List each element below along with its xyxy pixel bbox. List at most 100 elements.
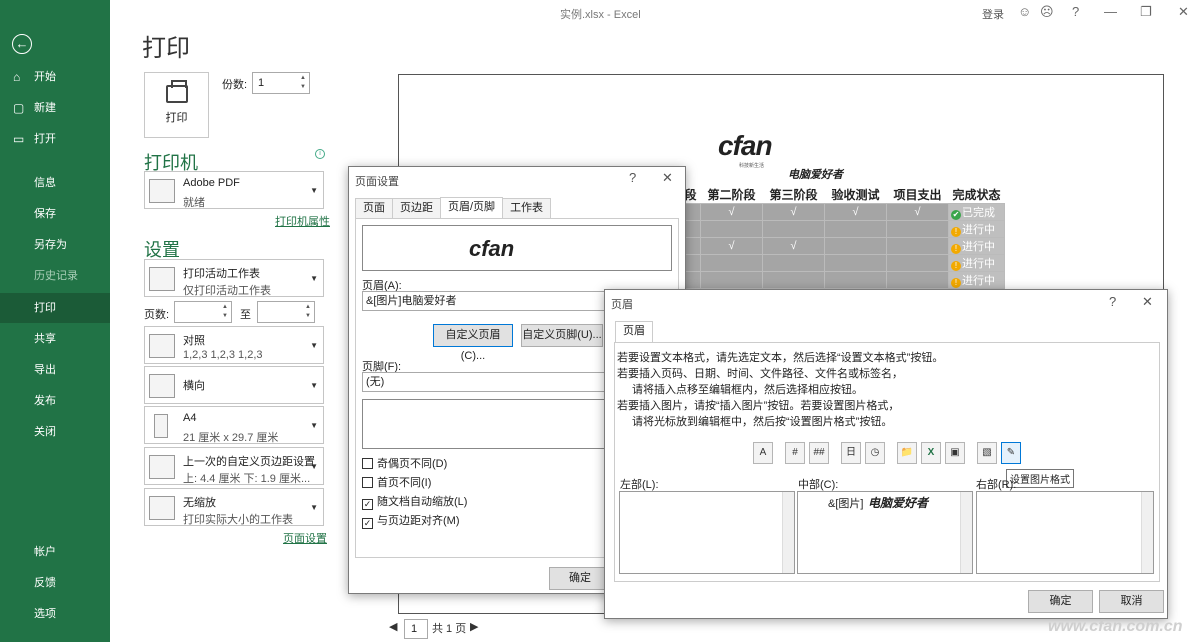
page-number-icon[interactable]: #	[785, 442, 805, 464]
paper-size-select[interactable]: A4 21 厘米 x 29.7 厘米 ▼	[144, 406, 324, 444]
file-name-icon[interactable]: X	[921, 442, 941, 464]
tab-sheet[interactable]: 工作表	[502, 198, 552, 218]
left-section-input[interactable]	[619, 491, 795, 574]
format-text-icon[interactable]: A	[753, 442, 773, 464]
nav-item-feedback[interactable]: 反馈	[0, 568, 110, 598]
table-cell: √	[762, 237, 826, 255]
tab-margins[interactable]: 页边距	[392, 198, 441, 218]
prev-page-icon[interactable]: ◀	[389, 620, 397, 633]
nav-item-info[interactable]: 信息	[0, 168, 110, 198]
margins-star-icon	[149, 455, 175, 479]
instruction-line: 若要插入图片，请按“插入图片”按钮。若要设置图片格式，	[617, 400, 900, 412]
margins-select[interactable]: 上一次的自定义页边距设置 上: 4.4 厘米 下: 1.9 厘米... ▼	[144, 447, 324, 485]
info-icon[interactable]: i	[315, 149, 325, 159]
nav-item-print[interactable]: 打印	[0, 293, 110, 323]
close-icon[interactable]: ✕	[1178, 4, 1189, 20]
right-section-label: 右部(R):	[976, 479, 1017, 491]
status-text: 进行中	[962, 224, 996, 236]
cancel-button[interactable]: 取消	[1099, 590, 1164, 613]
file-path-icon[interactable]: 📁	[897, 442, 917, 464]
stepper-arrows-icon[interactable]: ▲ ▼	[300, 74, 306, 92]
copies-stepper[interactable]: 1 ▲ ▼	[252, 72, 310, 94]
date-icon[interactable]: 日	[841, 442, 861, 464]
nav-item-options[interactable]: 选项	[0, 599, 110, 629]
align-margins-checkbox[interactable]: ✓ 与页边距对齐(M)	[362, 512, 460, 529]
printer-properties-link[interactable]: 打印机属性	[275, 213, 330, 229]
table-cell	[762, 254, 826, 272]
custom-footer-button[interactable]: 自定义页脚(U)...	[521, 324, 603, 347]
restore-icon[interactable]: ❐	[1140, 4, 1152, 20]
landscape-icon	[149, 374, 175, 398]
page-count-icon[interactable]: ##	[809, 442, 829, 464]
center-section-input[interactable]: &[图片] 电脑爱好者	[797, 491, 973, 574]
custom-header-button[interactable]: 自定义页眉(C)...	[433, 324, 513, 362]
time-icon[interactable]: ◷	[865, 442, 885, 464]
tab-header[interactable]: 页眉	[615, 321, 653, 343]
printer-ready-icon	[149, 179, 175, 203]
nav-item-publish[interactable]: 发布	[0, 386, 110, 416]
back-arrow-icon[interactable]: ←	[12, 34, 32, 54]
paper-icon	[154, 414, 168, 438]
nav-item-close[interactable]: 关闭	[0, 417, 110, 447]
first-page-checkbox[interactable]: 首页不同(I)	[362, 474, 431, 490]
print-scope-select[interactable]: 打印活动工作表 仅打印活动工作表 ▼	[144, 259, 324, 297]
format-picture-icon[interactable]: ✎	[1001, 442, 1021, 464]
pages-from-input[interactable]: ▲ ▼	[174, 301, 232, 323]
page-setup-tabs: 页面 页边距 页眉/页脚 工作表	[355, 197, 552, 220]
ok-button[interactable]: 确定	[549, 567, 611, 590]
header-preview-box: cfan	[362, 225, 672, 271]
odd-even-checkbox[interactable]: 奇偶页不同(D)	[362, 455, 447, 471]
scale-with-doc-checkbox[interactable]: ✓ 随文档自动缩放(L)	[362, 493, 467, 510]
close-icon[interactable]: ✕	[662, 170, 673, 186]
table-cell: √	[886, 203, 950, 221]
print-button[interactable]: 打印	[144, 72, 209, 138]
nav-item-save[interactable]: 保存	[0, 199, 110, 229]
sheet-name-icon[interactable]: ▣	[945, 442, 965, 464]
ok-button[interactable]: 确定	[1028, 590, 1093, 613]
nav-item-new[interactable]: ▢ 新建	[0, 93, 110, 123]
copies-label: 份数:	[222, 79, 248, 91]
orientation-select[interactable]: 横向 ▼	[144, 366, 324, 404]
current-page-input[interactable]: 1	[404, 619, 428, 639]
next-page-icon[interactable]: ▶	[470, 620, 478, 633]
table-row: ! 进行中	[679, 254, 1006, 272]
table-header-cell: 第三阶段	[769, 188, 818, 202]
status-cell: ! 进行中	[948, 254, 1006, 272]
login-link[interactable]: 登录	[982, 6, 1004, 22]
collate-select[interactable]: 对照 1,2,3 1,2,3 1,2,3 ▼	[144, 326, 324, 364]
pages-to-input[interactable]: ▲ ▼	[257, 301, 315, 323]
center-section-label: 中部(C):	[798, 479, 839, 491]
dropdown-caret-icon: ▼	[310, 503, 318, 512]
help-icon[interactable]: ?	[1109, 294, 1116, 309]
help-icon[interactable]: ?	[629, 170, 636, 185]
status-text: 已完成	[962, 207, 996, 219]
close-icon[interactable]: ✕	[1142, 294, 1153, 310]
smile-icon[interactable]: ☺	[1018, 4, 1031, 19]
frown-icon[interactable]: ☹	[1040, 4, 1054, 20]
scrollbar[interactable]	[960, 492, 972, 573]
right-section-input[interactable]	[976, 491, 1154, 574]
scaling-select[interactable]: 无缩放 打印实际大小的工作表 ▼	[144, 488, 324, 526]
nav-item-history[interactable]: 历史记录	[0, 261, 110, 291]
instruction-line: 请将插入点移至编辑框内，然后选择相应按钮。	[632, 384, 863, 396]
status-icon: !	[951, 261, 962, 271]
scrollbar[interactable]	[782, 492, 794, 573]
preview-table: 段第二阶段 第三阶段 验收测试 项目支出 完成状态 √ √ √ √ ✔ 已完成! 进行中 √ √! 进行中…	[679, 186, 1006, 306]
nav-item-open[interactable]: ▭ 打开	[0, 124, 110, 154]
status-text: 进行中	[962, 275, 996, 287]
page-setup-link[interactable]: 页面设置	[283, 530, 327, 546]
tab-header-footer[interactable]: 页眉/页脚	[440, 197, 504, 219]
table-cell	[824, 271, 888, 289]
minimize-icon[interactable]: —	[1104, 4, 1117, 19]
nav-item-save-as[interactable]: 另存为	[0, 230, 110, 260]
insert-picture-icon[interactable]: ▧	[977, 442, 997, 464]
nav-item-account[interactable]: 帐户	[0, 537, 110, 567]
nav-item-export[interactable]: 导出	[0, 355, 110, 385]
status-icon: !	[951, 227, 962, 237]
nav-item-share[interactable]: 共享	[0, 324, 110, 354]
scrollbar[interactable]	[1141, 492, 1153, 573]
help-icon[interactable]: ?	[1072, 4, 1079, 19]
nav-item-home[interactable]: ⌂ 开始	[0, 62, 110, 92]
tab-page[interactable]: 页面	[355, 198, 393, 218]
printer-select[interactable]: Adobe PDF 就绪 ▼	[144, 171, 324, 209]
